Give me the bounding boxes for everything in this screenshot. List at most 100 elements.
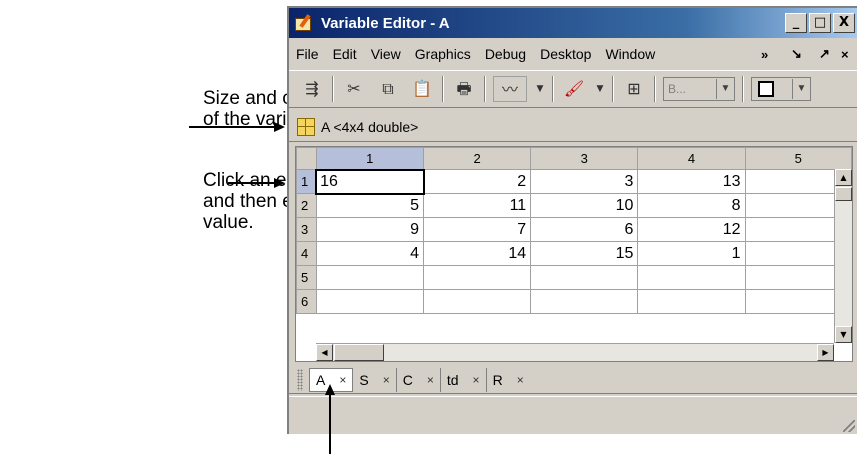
document-tabs: A × S × C × td × R ×: [289, 366, 857, 394]
table-cell[interactable]: 6: [530, 217, 639, 242]
copy-icon[interactable]: ⧉: [375, 76, 401, 102]
variable-editor-app-icon: [295, 14, 315, 32]
plot-dropdown-icon[interactable]: ▼: [535, 76, 545, 102]
scroll-right-button[interactable]: ▶: [817, 344, 834, 361]
column-header[interactable]: 5: [744, 147, 852, 170]
tile-combo[interactable]: ▼: [751, 77, 811, 101]
chevron-down-icon: ▼: [716, 79, 734, 99]
base-workspace-combo[interactable]: B... ▼: [663, 77, 735, 101]
table-row: 1 16 2 3 13: [296, 168, 852, 195]
column-header[interactable]: 2: [422, 147, 532, 170]
print-icon[interactable]: 🖶: [451, 76, 477, 102]
menu-graphics[interactable]: Graphics: [408, 46, 478, 62]
row-header[interactable]: 4: [296, 241, 317, 266]
column-header[interactable]: 1: [315, 147, 425, 170]
tab-label: td: [446, 371, 459, 388]
close-editor-button[interactable]: ×: [841, 40, 849, 68]
table-cell[interactable]: 7: [422, 217, 532, 242]
table-cell[interactable]: [422, 265, 532, 290]
plot-selector-icon[interactable]: 〰: [493, 76, 527, 102]
menu-edit[interactable]: Edit: [326, 46, 364, 62]
menu-file[interactable]: File: [289, 46, 326, 62]
menu-desktop[interactable]: Desktop: [533, 46, 598, 62]
table-cell[interactable]: 9: [315, 217, 425, 242]
horizontal-scrollbar[interactable]: ◀ ▶: [316, 343, 834, 361]
vertical-scrollbar[interactable]: ▲ ▼: [834, 169, 852, 343]
cell-active[interactable]: 16: [315, 168, 425, 195]
tab-c[interactable]: C ×: [397, 367, 441, 392]
tab-close-icon[interactable]: ×: [383, 373, 390, 387]
callout-click-edit-arrow: [228, 182, 274, 184]
column-header[interactable]: 4: [637, 147, 746, 170]
table-cell[interactable]: 14: [422, 241, 532, 266]
table-cell[interactable]: 13: [637, 169, 746, 194]
table-cell[interactable]: 4: [315, 241, 425, 266]
table-cell[interactable]: 1: [637, 241, 746, 266]
menu-more-button[interactable]: »: [761, 40, 768, 68]
tab-close-icon[interactable]: ×: [473, 373, 480, 387]
horizontal-scroll-thumb[interactable]: [334, 344, 384, 361]
tab-close-icon[interactable]: ×: [517, 373, 524, 387]
table-cell[interactable]: [637, 289, 746, 314]
scroll-left-button[interactable]: ◀: [316, 344, 333, 361]
table-cell[interactable]: 5: [315, 193, 425, 218]
table-cell[interactable]: [637, 265, 746, 290]
scroll-up-button[interactable]: ▲: [835, 169, 852, 186]
spreadsheet-grid[interactable]: 1 2 3 4 5 1 16 2 3 13 2 5 11 10 8 3 9 7 …: [295, 146, 853, 362]
toolbar: ⇶ ✂ ⧉ 📋 🖶 〰 ▼ 🖌 ▼ ⊞ B... ▼ ▼: [289, 70, 857, 108]
tab-close-icon[interactable]: ×: [339, 373, 346, 387]
tab-close-icon[interactable]: ×: [427, 373, 434, 387]
maximize-button[interactable]: □: [809, 13, 831, 33]
undock-button[interactable]: ↘: [791, 40, 802, 68]
table-cell[interactable]: 11: [422, 193, 532, 218]
window-controls: _ □ X: [785, 13, 855, 33]
callout-size-class-arrowhead: [274, 122, 285, 132]
tab-bar-grip[interactable]: [297, 368, 303, 391]
table-cell[interactable]: [530, 289, 639, 314]
row-header[interactable]: 2: [296, 193, 317, 218]
resize-grip-icon[interactable]: [843, 420, 855, 432]
close-button[interactable]: X: [833, 13, 855, 33]
table-cell[interactable]: 15: [530, 241, 639, 266]
menu-view[interactable]: View: [364, 46, 408, 62]
scroll-down-button[interactable]: ▼: [835, 326, 852, 343]
table-cell[interactable]: 12: [637, 217, 746, 242]
table-cell[interactable]: 2: [422, 169, 532, 194]
table-cell[interactable]: 10: [530, 193, 639, 218]
paste-icon[interactable]: 📋: [409, 76, 435, 102]
menu-debug[interactable]: Debug: [478, 46, 533, 62]
table-cell[interactable]: [315, 289, 425, 314]
cut-icon[interactable]: ✂: [341, 76, 367, 102]
table-cell[interactable]: [422, 289, 532, 314]
tab-td[interactable]: td ×: [441, 367, 487, 392]
tab-callout-arrow: [329, 394, 331, 454]
matrix-variable-icon: [297, 117, 315, 136]
vertical-scroll-thumb[interactable]: [835, 187, 852, 201]
column-header[interactable]: 3: [530, 147, 639, 170]
brush-icon[interactable]: 🖌: [561, 76, 587, 102]
title-bar[interactable]: Variable Editor - A _ □ X: [289, 8, 857, 38]
data-table: 1 2 3 4 5 1 16 2 3 13 2 5 11 10 8 3 9 7 …: [296, 147, 852, 314]
tab-r[interactable]: R ×: [487, 368, 530, 392]
link-icon[interactable]: ⊞: [621, 76, 647, 102]
row-header[interactable]: 6: [296, 289, 317, 314]
table-row: 6: [296, 289, 852, 314]
status-bar: [289, 396, 857, 434]
table-cell[interactable]: 3: [530, 169, 639, 194]
brush-dropdown-icon[interactable]: ▼: [595, 76, 605, 102]
base-workspace-value: B...: [668, 82, 687, 96]
table-cell[interactable]: 8: [637, 193, 746, 218]
tab-s[interactable]: S ×: [353, 367, 397, 392]
tab-label: C: [402, 371, 413, 388]
table-cell[interactable]: [530, 265, 639, 290]
row-header[interactable]: 5: [296, 265, 317, 290]
column-header-row: 1 2 3 4 5: [296, 147, 852, 170]
menu-window[interactable]: Window: [598, 46, 662, 62]
row-header[interactable]: 3: [296, 217, 317, 242]
table-cell[interactable]: [315, 265, 425, 290]
corner-cell[interactable]: [296, 147, 317, 170]
import-data-icon[interactable]: ⇶: [299, 76, 325, 102]
minimize-button[interactable]: _: [785, 13, 807, 33]
row-header[interactable]: 1: [296, 169, 317, 194]
dock-button[interactable]: ↗: [819, 40, 830, 68]
